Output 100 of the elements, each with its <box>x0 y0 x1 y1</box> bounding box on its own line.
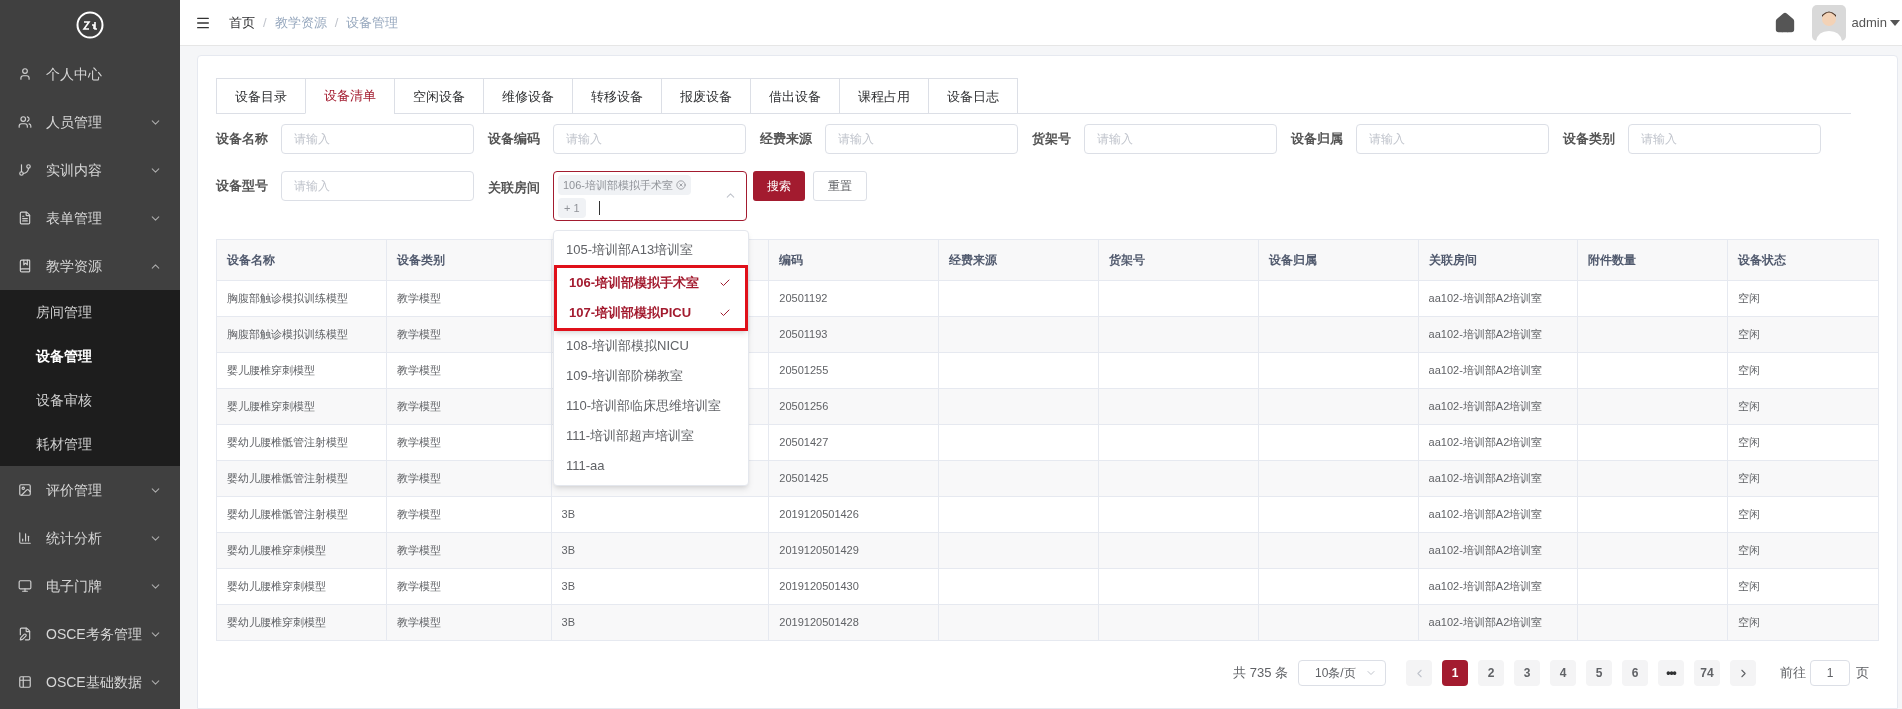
close-icon[interactable] <box>676 180 687 190</box>
caret-down-icon[interactable] <box>1890 19 1900 26</box>
table-cell-text: 胸腹部触诊模拟训练模型 <box>227 291 348 307</box>
previous-page-button[interactable] <box>1406 660 1432 686</box>
input-field[interactable]: 请输入 <box>553 124 746 154</box>
tab[interactable]: 设备日志 <box>928 78 1018 114</box>
tab[interactable]: 借出设备 <box>750 78 839 114</box>
home-icon[interactable] <box>1773 11 1796 34</box>
sidebar-item[interactable]: OSCE基础数据 <box>0 658 180 706</box>
field-label: 经费来源 <box>760 130 812 149</box>
table-cell-text: 教学模型 <box>396 435 441 451</box>
tab[interactable]: 课程占用 <box>839 78 928 114</box>
sidebar-item[interactable]: OSCE考务管理 <box>0 610 180 658</box>
column-header: 经费来源 <box>949 252 998 269</box>
input-field[interactable]: 请输入 <box>281 171 474 201</box>
input-field[interactable]: 请输入 <box>281 124 474 154</box>
dropdown-option[interactable]: 111-培训部超声培训室 <box>554 421 748 451</box>
table-cell-text: 空闲 <box>1738 543 1761 559</box>
grid-icon <box>18 675 32 689</box>
tab[interactable]: 设备清单 <box>305 78 394 114</box>
reset-button[interactable]: 重置 <box>813 171 867 201</box>
table-cell-text: 20501255 <box>779 363 829 379</box>
table-cell-text: 婴幼儿腰椎骶管注射模型 <box>227 507 348 523</box>
text-cursor <box>598 201 600 215</box>
table-cell-text: 空闲 <box>1738 507 1761 523</box>
table-cell-text: 婴幼儿腰椎骶管注射模型 <box>227 435 348 451</box>
dropdown-option[interactable]: 110-培训部临床思维培训室 <box>554 391 748 421</box>
page-button[interactable]: 4 <box>1550 660 1576 686</box>
table-cell-text: 空闲 <box>1738 471 1761 487</box>
sidebar-item[interactable]: 教学资源 <box>0 242 180 290</box>
page-button[interactable]: 1 <box>1442 660 1468 686</box>
check-icon <box>719 307 731 319</box>
field-label: 关联房间 <box>488 179 540 197</box>
breadcrumb-separator: / <box>263 13 267 32</box>
page-button[interactable]: 6 <box>1622 660 1648 686</box>
page-button[interactable]: 5 <box>1586 660 1612 686</box>
input-field[interactable]: 请输入 <box>1084 124 1277 154</box>
search-button[interactable]: 搜索 <box>753 171 805 201</box>
table-cell-text: 教学模型 <box>396 543 441 559</box>
table-cell-text: 胸腹部触诊模拟训练模型 <box>227 327 348 343</box>
input-field[interactable]: 请输入 <box>1356 124 1549 154</box>
table-cell-text: 空闲 <box>1738 327 1761 343</box>
table-cell-text: aa102-培训部A2培训室 <box>1428 435 1543 451</box>
avatar-icon[interactable] <box>1811 4 1846 41</box>
person-icon <box>18 67 32 81</box>
monitor-icon <box>18 579 32 593</box>
table-cell-text: 教学模型 <box>396 579 441 595</box>
page-size-select[interactable]: 10条/页 <box>1298 660 1386 686</box>
table-cell-text: 教学模型 <box>396 291 441 307</box>
submenu-item[interactable]: 房间管理 <box>0 290 180 334</box>
dropdown-option[interactable]: 108-培训部模拟NICU <box>554 331 748 361</box>
table-cell-text: 教学模型 <box>396 327 441 343</box>
user-name[interactable]: admin <box>1851 12 1887 33</box>
input-field[interactable]: 请输入 <box>1628 124 1821 154</box>
dropdown-option[interactable]: 105-培训部A13培训室 <box>554 235 748 265</box>
submenu-item[interactable]: 设备审核 <box>0 378 180 422</box>
sidebar-item[interactable]: 实训内容 <box>0 146 180 194</box>
logo-icon <box>76 11 104 39</box>
table-cell-text: aa102-培训部A2培训室 <box>1428 291 1543 307</box>
dropdown-option[interactable]: 111-aa <box>554 451 748 481</box>
dropdown-option[interactable]: 106-培训部模拟手术室 <box>557 268 745 298</box>
table-cell-text: 3B <box>561 579 576 595</box>
table-cell-text: 教学模型 <box>396 615 441 631</box>
submenu-item[interactable]: 耗材管理 <box>0 422 180 466</box>
input-field[interactable]: 请输入 <box>825 124 1018 154</box>
next-page-button[interactable] <box>1730 660 1756 686</box>
field-label: 设备归属 <box>1291 130 1343 149</box>
page-button[interactable]: 2 <box>1478 660 1504 686</box>
sidebar-item[interactable]: 人员管理 <box>0 98 180 146</box>
page-button[interactable]: 74 <box>1694 660 1720 686</box>
table-cell-text: 20501192 <box>779 291 828 307</box>
tab[interactable]: 转移设备 <box>572 78 661 114</box>
sidebar-item[interactable]: 表单管理 <box>0 194 180 242</box>
table-cell-text: aa102-培训部A2培训室 <box>1428 579 1543 595</box>
table-cell-text: 空闲 <box>1738 291 1761 307</box>
tab[interactable]: 维修设备 <box>483 78 572 114</box>
page-button[interactable]: 3 <box>1514 660 1540 686</box>
more-pages-button[interactable]: ••• <box>1658 660 1684 686</box>
page-number-field[interactable]: 1 <box>1810 660 1850 686</box>
submenu-item[interactable]: 设备管理 <box>0 334 180 378</box>
sidebar-item[interactable]: 评价管理 <box>0 466 180 514</box>
breadcrumb-item[interactable]: 首页 <box>229 12 255 33</box>
sidebar-item[interactable]: 统计分析 <box>0 514 180 562</box>
field-label: 设备编码 <box>488 130 540 149</box>
dropdown-option[interactable]: 107-培训部模拟PICU <box>557 298 745 328</box>
dropdown-option[interactable]: 109-培训部阶梯教室 <box>554 361 748 391</box>
document-icon <box>18 211 32 225</box>
sidebar-item[interactable]: 电子门牌 <box>0 562 180 610</box>
table-cell-text: 教学模型 <box>396 471 441 487</box>
field-label: 设备型号 <box>216 177 268 196</box>
tab[interactable]: 报废设备 <box>661 78 750 114</box>
goto-label: 前往 <box>1780 664 1806 683</box>
column-header: 货架号 <box>1108 252 1145 269</box>
table-cell-text: aa102-培训部A2培训室 <box>1428 363 1543 379</box>
sidebar-item[interactable]: 个人中心 <box>0 50 180 98</box>
table-cell-text: 婴儿腰椎穿刺模型 <box>227 363 315 379</box>
table-cell-text: aa102-培训部A2培训室 <box>1428 507 1543 523</box>
table-cell-text: 婴儿腰椎穿刺模型 <box>227 399 315 415</box>
tab[interactable]: 空闲设备 <box>394 78 483 114</box>
table-cell-text: 2019120501428 <box>779 615 859 631</box>
